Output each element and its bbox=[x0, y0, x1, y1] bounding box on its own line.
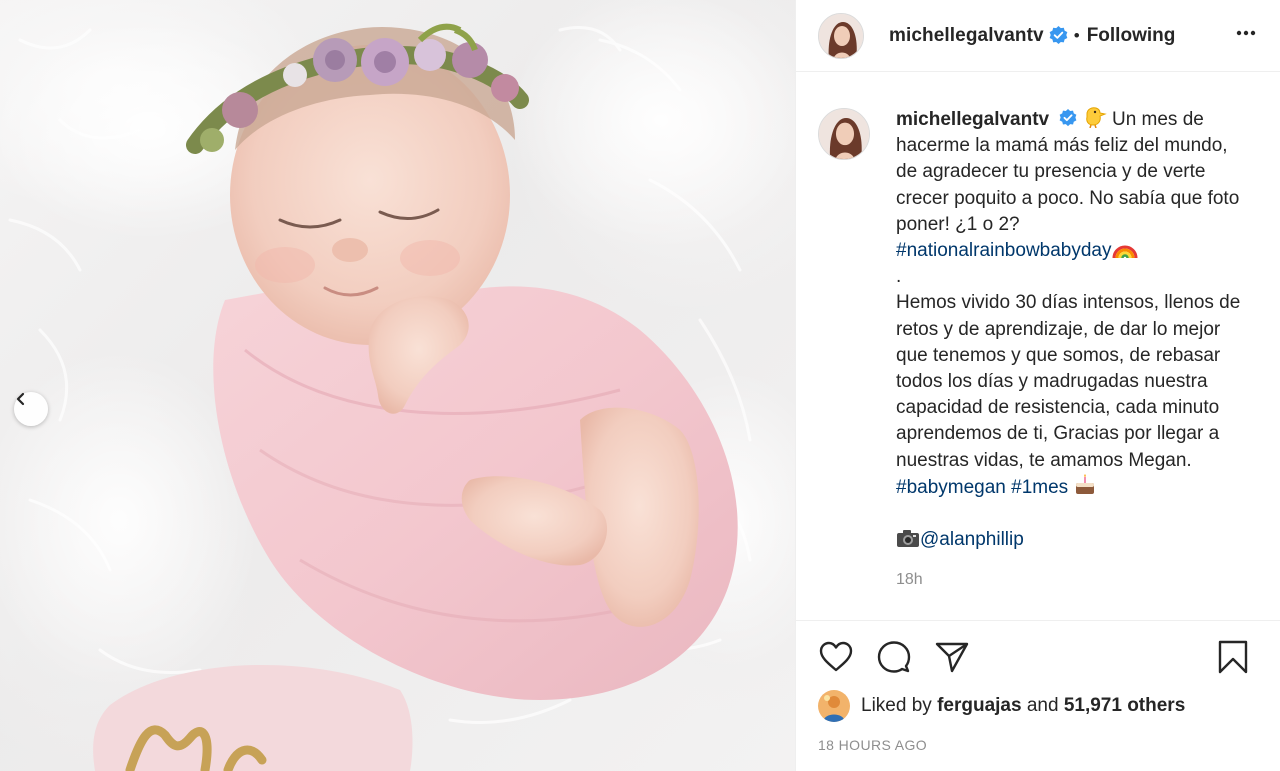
post-side-panel: michellegalvantv • Following michellegal… bbox=[795, 0, 1280, 771]
profile-picture bbox=[819, 13, 863, 58]
hashtag-1mes[interactable]: #1mes bbox=[1011, 477, 1068, 498]
bookmark-icon bbox=[1218, 640, 1248, 674]
share-button[interactable] bbox=[934, 639, 970, 675]
verified-badge-icon bbox=[1060, 109, 1077, 127]
caption-timestamp[interactable]: 18h bbox=[896, 567, 1251, 593]
following-button[interactable]: Following bbox=[1087, 25, 1176, 47]
more-options-button[interactable] bbox=[1234, 21, 1258, 50]
save-button[interactable] bbox=[1215, 639, 1251, 675]
comment-icon bbox=[877, 641, 911, 673]
like-button[interactable] bbox=[818, 639, 854, 675]
post-actions: Liked by ferguajas and 51,971 others 18 … bbox=[796, 620, 1280, 771]
likes-summary: Liked by ferguajas and 51,971 others bbox=[818, 690, 1185, 722]
liker-profile-picture bbox=[818, 690, 850, 722]
mention-alanphillip[interactable]: @alanphillip bbox=[920, 529, 1024, 550]
avatar[interactable] bbox=[818, 12, 864, 59]
likes-and: and bbox=[1026, 695, 1059, 716]
likes-count[interactable]: 51,971 others bbox=[1064, 695, 1185, 717]
hashtag-babymegan[interactable]: #babymegan bbox=[896, 477, 1006, 498]
separator-dot: • bbox=[1073, 25, 1080, 45]
caption-username[interactable]: michellegalvantv bbox=[896, 109, 1049, 130]
verified-badge-icon bbox=[1049, 26, 1068, 45]
post-timestamp[interactable]: 18 HOURS AGO bbox=[818, 737, 927, 753]
baby-chick-emoji-icon bbox=[1085, 107, 1107, 128]
hashtag-nationalrainbowbabyday[interactable]: #nationalrainbowbabyday bbox=[896, 240, 1112, 261]
caption-dot-line: . bbox=[896, 266, 902, 288]
heart-icon bbox=[819, 641, 853, 672]
caption-avatar[interactable] bbox=[818, 108, 870, 160]
caption-text: michellegalvantv Un mes de hacerme la ma… bbox=[896, 106, 1251, 594]
paper-plane-icon bbox=[935, 642, 969, 673]
caption-body: Hemos vivido 30 días intensos, llenos de… bbox=[896, 292, 1241, 471]
liker-avatar[interactable] bbox=[818, 690, 850, 722]
post-username[interactable]: michellegalvantv bbox=[889, 25, 1044, 47]
liker-username[interactable]: ferguajas bbox=[937, 695, 1021, 717]
caption-area: michellegalvantv Un mes de hacerme la ma… bbox=[796, 72, 1280, 620]
more-horizontal-icon bbox=[1236, 30, 1256, 36]
camera-emoji-icon bbox=[897, 530, 919, 548]
profile-picture bbox=[819, 109, 869, 159]
caption-row: michellegalvantv Un mes de hacerme la ma… bbox=[818, 106, 1261, 594]
baby-photo-illustration bbox=[0, 0, 795, 771]
comment-button[interactable] bbox=[876, 639, 912, 675]
action-icons bbox=[818, 639, 970, 675]
post-header: michellegalvantv • Following bbox=[796, 0, 1280, 72]
rainbow-emoji-icon bbox=[1112, 245, 1137, 259]
cake-emoji-icon bbox=[1076, 473, 1095, 494]
chevron-left-icon bbox=[16, 392, 25, 406]
post-photo[interactable] bbox=[0, 0, 795, 771]
liked-by-prefix: Liked by bbox=[861, 695, 932, 716]
previous-photo-button[interactable] bbox=[14, 392, 48, 426]
